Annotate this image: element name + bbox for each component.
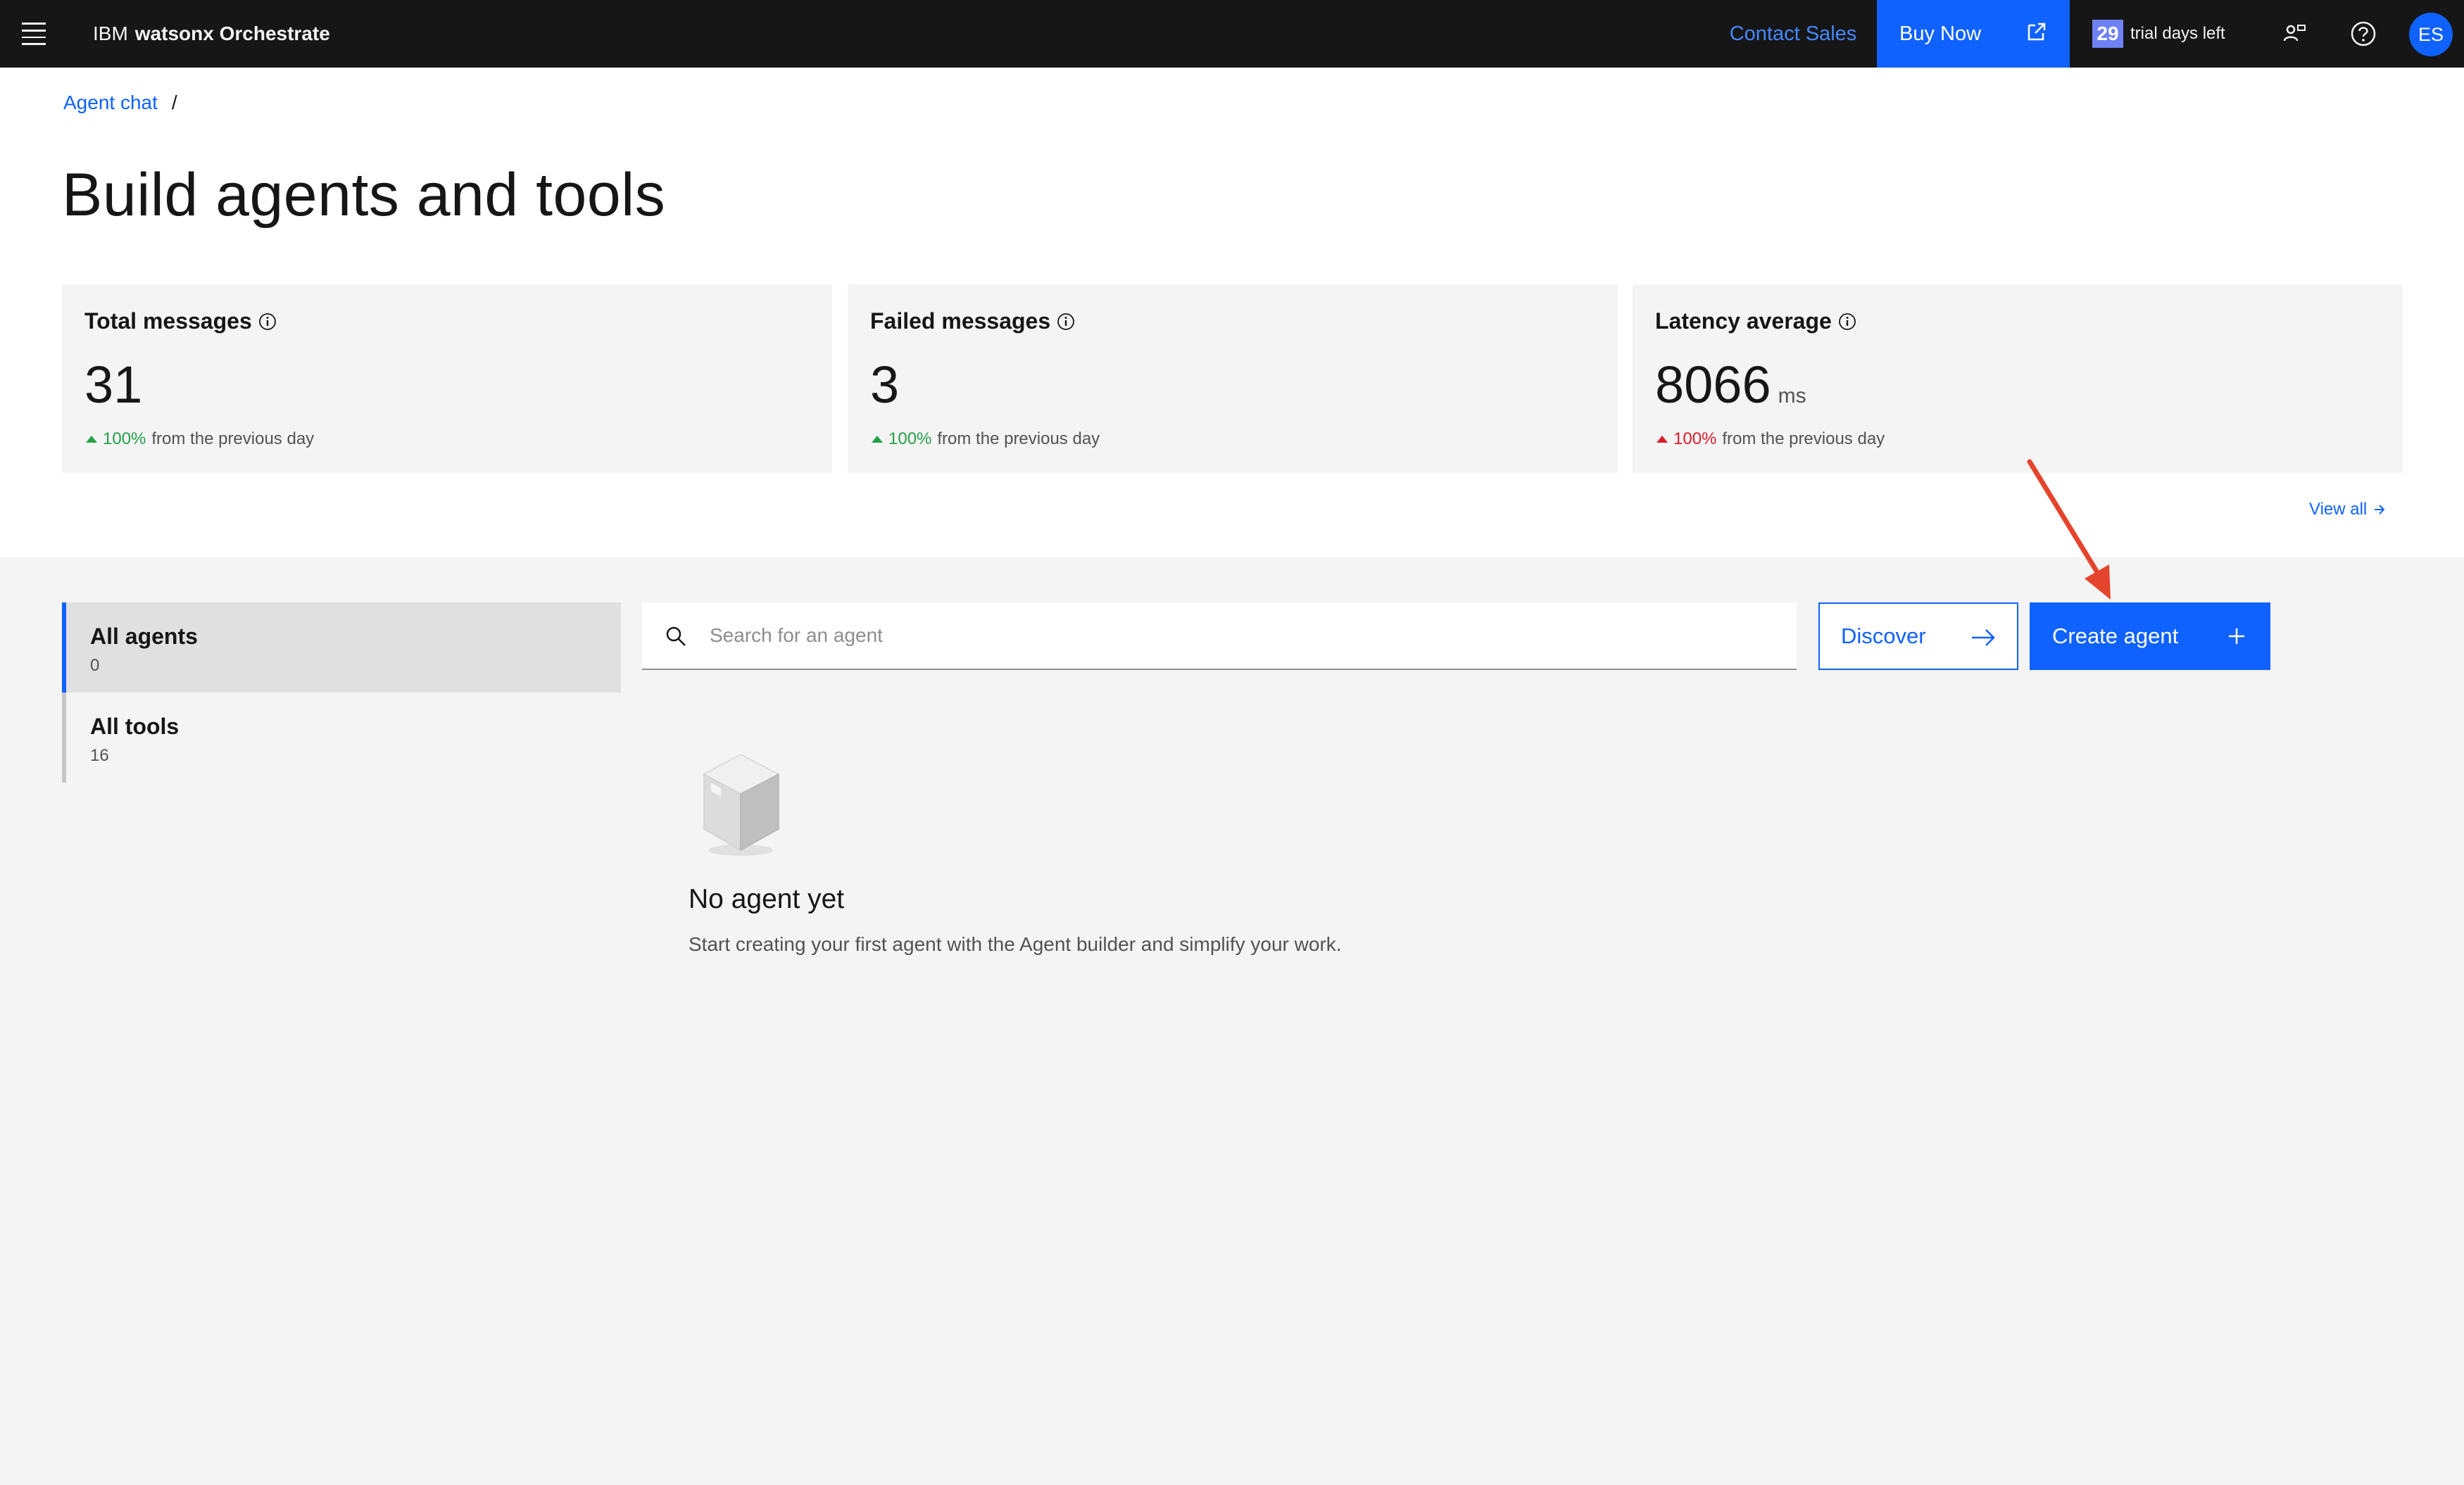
- metric-label-text: Latency average: [1655, 308, 1832, 334]
- metric-change-percent: 100%: [103, 429, 146, 448]
- user-switch-icon[interactable]: [2280, 18, 2311, 49]
- view-all-link[interactable]: View all: [2309, 500, 2387, 519]
- trial-days-badge: 29: [2092, 20, 2123, 48]
- view-all-label: View all: [2309, 500, 2368, 519]
- buy-now-label: Buy Now: [1899, 22, 1982, 45]
- agent-search: [642, 602, 1797, 670]
- metric-tile-latency-average: Latency average 8066 ms 100% from the pr…: [1633, 284, 2403, 473]
- trial-indicator: 29 trial days left: [2092, 0, 2225, 68]
- empty-state-description: Start creating your first agent with the…: [689, 933, 1342, 955]
- metric-label: Total messages: [84, 308, 277, 334]
- metric-change: 100% from the previous day: [872, 429, 1100, 449]
- product-brand[interactable]: IBM watsonx Orchestrate: [93, 0, 330, 68]
- sidebar-item-count: 16: [90, 746, 109, 765]
- trend-up-icon: [86, 436, 97, 443]
- metric-value-number: 31: [84, 355, 143, 414]
- metric-change: 100% from the previous day: [1657, 429, 1885, 449]
- contact-sales-link[interactable]: Contact Sales: [1711, 0, 1875, 68]
- external-link-icon: [2028, 23, 2046, 41]
- info-icon[interactable]: [1837, 312, 1857, 331]
- hamburger-menu-icon[interactable]: [18, 18, 49, 49]
- metric-tile-total-messages: Total messages 31 100% from the previous…: [62, 284, 832, 473]
- metric-change-text: from the previous day: [151, 429, 315, 448]
- brand-prefix: IBM: [93, 23, 128, 44]
- breadcrumb: Agent chat /: [63, 91, 177, 114]
- metric-value: 8066 ms: [1655, 355, 1806, 415]
- app-root: IBM watsonx Orchestrate Contact Sales Bu…: [0, 0, 2464, 1485]
- metric-label-text: Total messages: [84, 308, 252, 334]
- metric-label: Latency average: [1655, 308, 1857, 334]
- discover-button[interactable]: Discover: [1818, 602, 2018, 670]
- metric-change-text: from the previous day: [1722, 429, 1885, 448]
- buy-now-button[interactable]: Buy Now: [1877, 0, 2070, 68]
- metric-value: 31: [84, 355, 142, 415]
- top-navigation-bar: IBM watsonx Orchestrate Contact Sales Bu…: [0, 0, 2464, 68]
- info-icon[interactable]: [1056, 312, 1076, 331]
- metric-unit: ms: [1778, 384, 1806, 407]
- trend-up-icon: [1657, 436, 1668, 443]
- page-title: Build agents and tools: [62, 161, 666, 229]
- metric-value: 3: [870, 355, 899, 415]
- search-input[interactable]: [710, 602, 1766, 669]
- sidebar-item-count: 0: [90, 656, 100, 675]
- metric-change-percent: 100%: [1673, 429, 1717, 448]
- sidebar-item-label: All tools: [90, 714, 180, 739]
- metric-label: Failed messages: [870, 308, 1076, 334]
- arrow-right-icon: [1972, 629, 1995, 646]
- brand-name: watsonx Orchestrate: [134, 23, 330, 44]
- sidebar-item-all-tools[interactable]: All tools 16: [62, 693, 621, 783]
- empty-state-title: No agent yet: [689, 884, 845, 914]
- arrow-right-icon: [2375, 505, 2385, 514]
- trend-up-icon: [872, 436, 883, 443]
- metric-change-text: from the previous day: [937, 429, 1100, 448]
- metric-value-number: 3: [870, 355, 900, 414]
- metric-change: 100% from the previous day: [86, 429, 314, 449]
- create-agent-button[interactable]: Create agent: [2030, 602, 2270, 670]
- help-icon[interactable]: [2348, 18, 2379, 49]
- trial-days-label: trial days left: [2130, 24, 2225, 43]
- metric-label-text: Failed messages: [870, 308, 1051, 334]
- user-avatar[interactable]: ES: [2409, 13, 2453, 56]
- metric-change-percent: 100%: [888, 429, 932, 448]
- breadcrumb-separator: /: [171, 91, 177, 113]
- search-icon: [666, 626, 686, 646]
- sidebar-item-label: All agents: [90, 624, 198, 649]
- plus-icon: [2229, 628, 2244, 644]
- breadcrumb-agent-chat-link[interactable]: Agent chat: [63, 91, 158, 114]
- empty-box-icon: [703, 754, 780, 856]
- metric-tile-failed-messages: Failed messages 3 100% from the previous…: [848, 284, 1618, 473]
- discover-button-label: Discover: [1841, 624, 1926, 648]
- create-agent-button-label: Create agent: [2052, 624, 2179, 648]
- info-icon[interactable]: [258, 312, 277, 331]
- sidebar-item-all-agents[interactable]: All agents 0: [62, 602, 621, 693]
- metric-value-number: 8066: [1655, 355, 1771, 414]
